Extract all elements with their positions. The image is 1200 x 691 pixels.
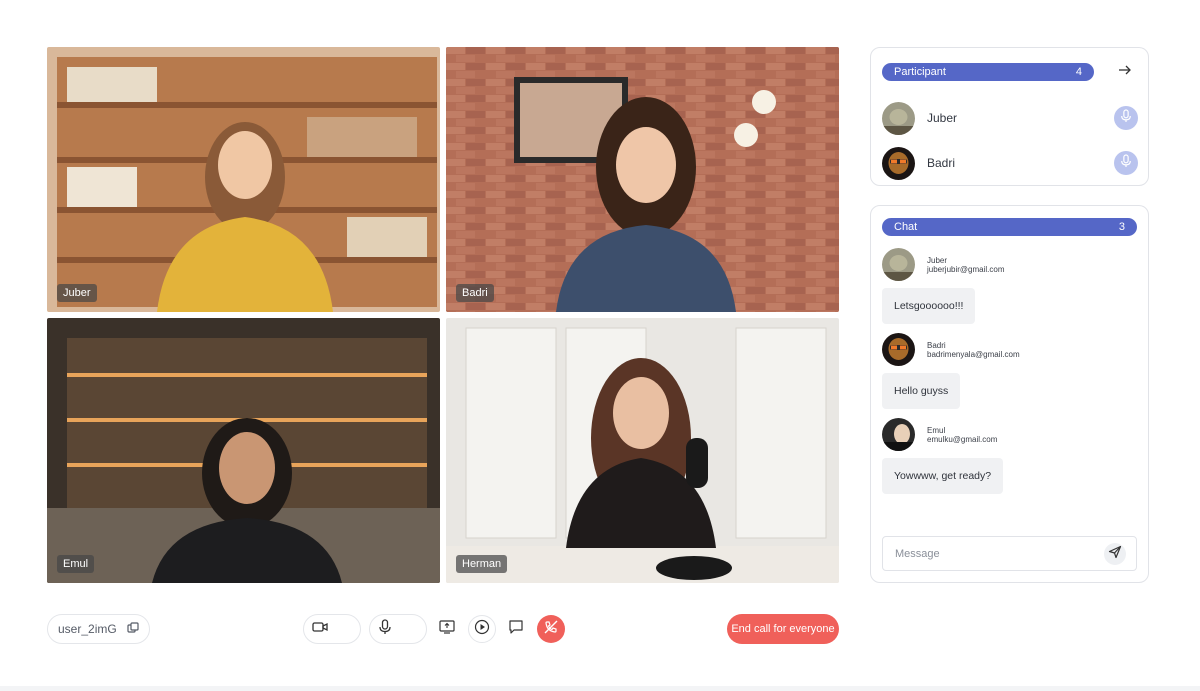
chat-count: 3 (1118, 221, 1125, 233)
video-tile-herman[interactable]: Herman (446, 318, 839, 583)
avatar (882, 333, 915, 366)
video-feed-badri (446, 47, 839, 312)
avatar (882, 248, 915, 281)
sender-name: Badri (927, 340, 946, 350)
chat-message-bubble: Yowwww, get ready? (882, 458, 1004, 494)
chat-header: Chat 3 (882, 218, 1137, 236)
participants-title: Participant (894, 66, 946, 78)
microphone-icon (1120, 153, 1132, 173)
participant-name: Badri (927, 156, 956, 170)
participant-mic-status[interactable] (1114, 106, 1138, 130)
end-call-button[interactable] (537, 615, 565, 643)
user-id-pill[interactable]: user_2imG (47, 614, 150, 644)
video-tile-emul[interactable]: Emul (47, 318, 440, 583)
chat-message-bubble: Letsgoooooo!!! (882, 288, 976, 324)
sender-email: emulku@gmail.com (927, 434, 998, 444)
avatar (882, 101, 915, 135)
video-tile-badri[interactable]: Badri (446, 47, 839, 312)
participants-header: Participant 4 (882, 63, 1094, 81)
screen-share-icon (439, 619, 455, 639)
microphone-icon (1120, 108, 1132, 128)
avatar (882, 146, 915, 180)
send-icon (1108, 545, 1122, 562)
record-button[interactable] (468, 615, 496, 643)
video-feed-herman (446, 318, 839, 583)
sender-name: Emul (927, 425, 946, 435)
record-icon (474, 619, 490, 640)
participant-name-label: Emul (57, 555, 95, 573)
participants-panel: Participant 4 Juber Badri (870, 47, 1149, 186)
sender-name: Juber (927, 255, 948, 265)
message-input-placeholder: Message (895, 547, 940, 560)
video-feed-emul (47, 318, 440, 583)
chat-message-sender: Badri badrimenyala@gmail.com (882, 333, 1020, 366)
video-camera-icon (312, 620, 328, 638)
end-call-for-everyone-button[interactable]: End call for everyone (727, 614, 839, 644)
microphone-icon (378, 618, 392, 640)
screen-share-button[interactable] (436, 614, 458, 644)
participant-name-label: Herman (456, 555, 508, 573)
chat-panel: Chat 3 Juber juberjubir@gmail.com Letsgo… (870, 205, 1149, 583)
participant-mic-status[interactable] (1114, 151, 1138, 175)
page-bottom-divider (0, 686, 1200, 691)
chat-message-sender: Emul emulku@gmail.com (882, 418, 997, 451)
end-call-icon (543, 619, 559, 640)
microphone-toggle-button[interactable] (369, 614, 427, 644)
chat-title: Chat (894, 221, 918, 233)
participants-count: 4 (1075, 66, 1082, 78)
chat-message-bubble: Hello guyss (882, 373, 961, 409)
sender-email: badrimenyala@gmail.com (927, 349, 1020, 359)
chat-message-sender: Juber juberjubir@gmail.com (882, 248, 1004, 281)
participant-name: Juber (927, 111, 958, 125)
camera-toggle-button[interactable] (303, 614, 361, 644)
participant-name-label: Badri (456, 284, 494, 302)
copy-icon[interactable] (127, 621, 139, 637)
message-input[interactable]: Message (882, 536, 1137, 571)
participant-row-badri[interactable]: Badri (882, 146, 1138, 180)
avatar (882, 418, 915, 451)
send-message-button[interactable] (1104, 542, 1126, 565)
chat-icon (508, 619, 524, 640)
collapse-panel-button[interactable] (1115, 62, 1135, 82)
video-tile-juber[interactable]: Juber (47, 47, 440, 312)
user-id-text: user_2imG (58, 622, 117, 636)
sender-email: juberjubir@gmail.com (927, 264, 1005, 274)
participant-row-juber[interactable]: Juber (882, 101, 1138, 135)
chat-toggle-button[interactable] (505, 614, 527, 644)
video-feed-juber (47, 47, 440, 312)
participant-name-label: Juber (57, 284, 97, 302)
arrow-right-icon (1118, 63, 1132, 81)
